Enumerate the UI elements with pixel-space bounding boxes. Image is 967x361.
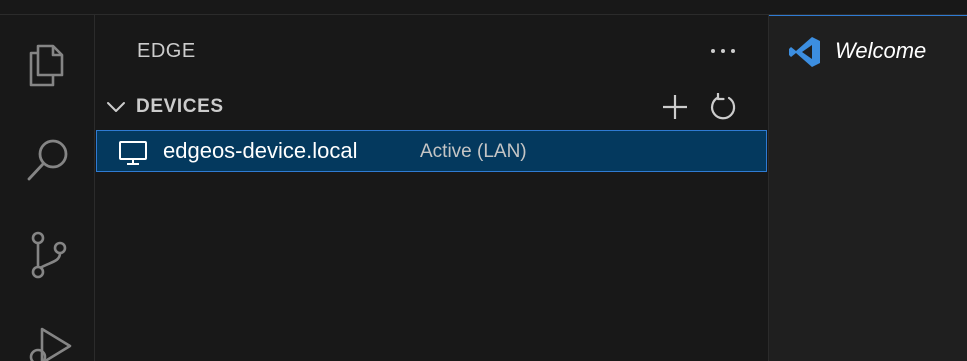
device-status: Active (LAN) [420,141,527,162]
vscode-icon [788,35,822,69]
tab-label: Welcome [835,38,927,63]
device-name: edgeos-device.local [163,138,358,163]
tab-welcome[interactable]: Welcome [769,15,967,85]
explorer-icon[interactable] [20,35,76,91]
section-title: DEVICES [136,96,224,117]
source-control-icon[interactable] [20,228,76,284]
vscode-window: EDGE DEVICES edgeos-device.local Active … [0,0,967,361]
sidebar: EDGE DEVICES edgeos-device.local Active … [95,15,769,361]
device-item[interactable]: edgeos-device.local Active (LAN) [96,130,767,172]
monitor-icon [118,140,148,166]
add-icon[interactable] [657,93,693,123]
chevron-down-icon[interactable] [105,96,127,118]
search-icon[interactable] [20,133,76,189]
activity-bar [0,15,95,361]
run-debug-icon[interactable] [20,321,76,361]
sidebar-title: EDGE [137,40,196,62]
ellipsis-icon[interactable] [703,35,743,65]
editor-area: Welcome [769,15,967,361]
devices-section-header[interactable]: DEVICES [95,92,769,123]
refresh-icon[interactable] [705,92,741,123]
title-bar [0,0,967,15]
